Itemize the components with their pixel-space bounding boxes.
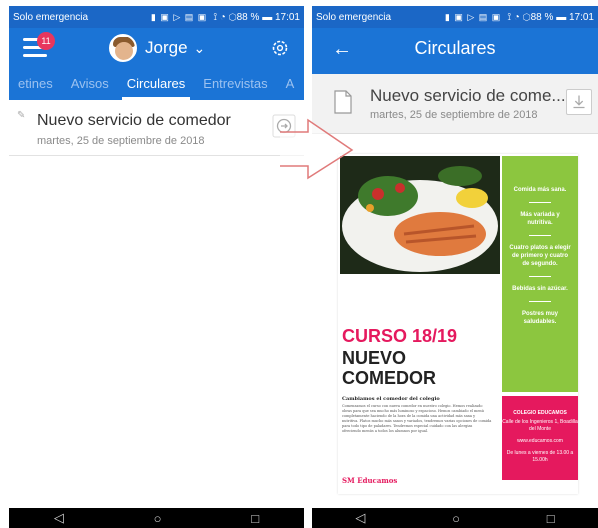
user-selector[interactable]: Jorge ⌄ (109, 34, 205, 62)
poster-brand-logo: SM Educamos (342, 476, 398, 485)
notification-badge: 11 (37, 32, 55, 50)
school-website: www.educamos.com (517, 438, 563, 444)
benefit-item: Cuatro platos a elegir de primero y cuat… (509, 245, 571, 267)
nav-recents-button[interactable]: □ (251, 511, 259, 526)
attachment-icon: ✎ (17, 110, 26, 121)
app-bar: ← Circulares (312, 28, 598, 74)
circular-poster: Comida más sana. Más variada y nutritiva… (338, 154, 578, 494)
status-battery-time: ⟟ ◔ ⬡88 % ▬ 17:01 (213, 11, 300, 23)
phone-list-screen: Solo emergencia ▮ ▣ ▷ ▤ ▣ ⟟ ◔ ⬡88 % ▬ 17… (9, 6, 304, 528)
school-name: COLEGIO EDUCAMOS (513, 410, 567, 416)
benefit-item: Bebidas sin azúcar. (512, 286, 568, 292)
system-nav-bar: ◁ ○ □ (9, 508, 304, 528)
nav-home-button[interactable]: ○ (154, 511, 162, 526)
document-title: Nuevo servicio de come... (370, 86, 566, 105)
chevron-down-icon: ⌄ (193, 39, 206, 56)
list-item[interactable]: ✎ Nuevo servicio de comedor martes, 25 d… (9, 100, 304, 156)
benefit-item: Postres muy saludables. (521, 311, 558, 325)
nav-recents-button[interactable]: □ (547, 511, 555, 526)
school-hours: De lunes a viernes de 13.00 a 15.00h (506, 450, 574, 463)
benefit-item: Comida más sana. (513, 187, 567, 193)
poster-heading-line-1: NUEVO (342, 348, 407, 368)
gear-icon[interactable] (270, 38, 290, 58)
status-carrier: Solo emergencia (13, 11, 89, 23)
list-item-title: Nuevo servicio de comedor (37, 112, 231, 129)
tab-avisos[interactable]: Avisos (62, 76, 118, 100)
status-notification-icons: ▮ ▣ ▷ ▤ ▣ (444, 11, 502, 22)
download-icon[interactable] (566, 89, 592, 115)
system-nav-bar: ◁ ○ □ (312, 508, 598, 528)
tab-boletines[interactable]: etines (9, 76, 62, 100)
user-name: Jorge (145, 38, 188, 57)
nav-home-button[interactable]: ○ (452, 511, 460, 526)
open-item-button[interactable] (272, 114, 296, 138)
poster-heading-course: CURSO 18/19 (342, 326, 458, 346)
status-carrier: Solo emergencia (316, 11, 392, 23)
app-bar: 11 Jorge ⌄ (9, 28, 304, 68)
document-header: Nuevo servicio de come... martes, 25 de … (312, 74, 598, 134)
avatar (109, 34, 137, 62)
comparison-screenshot: Solo emergencia ▮ ▣ ▷ ▤ ▣ ⟟ ◔ ⬡88 % ▬ 17… (0, 0, 598, 528)
phone-detail-screen: Solo emergencia ▮ ▣ ▷ ▤ ▣ ⟟ ◔ ⬡88 % ▬ 17… (312, 6, 598, 528)
salmon-dish-photo (340, 156, 500, 274)
status-bar: Solo emergencia ▮ ▣ ▷ ▤ ▣ ⟟ ◔ ⬡88 % ▬ 17… (9, 6, 304, 28)
tab-circulares[interactable]: Circulares (118, 76, 195, 100)
poster-heading-line-2: COMEDOR (342, 368, 436, 388)
school-address: Calle de los Ingenieros 1, Boadilla del … (502, 419, 578, 432)
benefits-panel: Comida más sana. Más variada y nutritiva… (502, 156, 578, 392)
document-icon (334, 90, 352, 114)
nav-back-button[interactable]: ◁ (54, 510, 64, 526)
status-notification-icons: ▮ ▣ ▷ ▤ ▣ (150, 11, 208, 22)
tab-more[interactable]: A (277, 76, 304, 100)
status-battery-time: ⟟ ◔ ⬡88 % ▬ 17:01 (507, 11, 594, 23)
poster-subtitle: Cambiamos el comedor del colegio (342, 396, 440, 402)
poster-body-text: Comenzamos el curso con nueva comedor en… (342, 404, 492, 433)
tab-entrevistas[interactable]: Entrevistas (194, 76, 276, 100)
poster-heading-main: NUEVO COMEDOR (342, 348, 436, 388)
category-tabs: etines Avisos Circulares Entrevistas A (9, 68, 304, 100)
status-bar: Solo emergencia ▮ ▣ ▷ ▤ ▣ ⟟ ◔ ⬡88 % ▬ 17… (312, 6, 598, 28)
list-item-date: martes, 25 de septiembre de 2018 (37, 135, 205, 147)
document-date: martes, 25 de septiembre de 2018 (370, 109, 538, 121)
page-title: Circulares (414, 38, 496, 58)
school-contact-panel: COLEGIO EDUCAMOS Calle de los Ingenieros… (502, 396, 578, 480)
benefit-item: Más variada y nutritiva. (520, 212, 560, 226)
nav-back-button[interactable]: ◁ (355, 510, 365, 526)
